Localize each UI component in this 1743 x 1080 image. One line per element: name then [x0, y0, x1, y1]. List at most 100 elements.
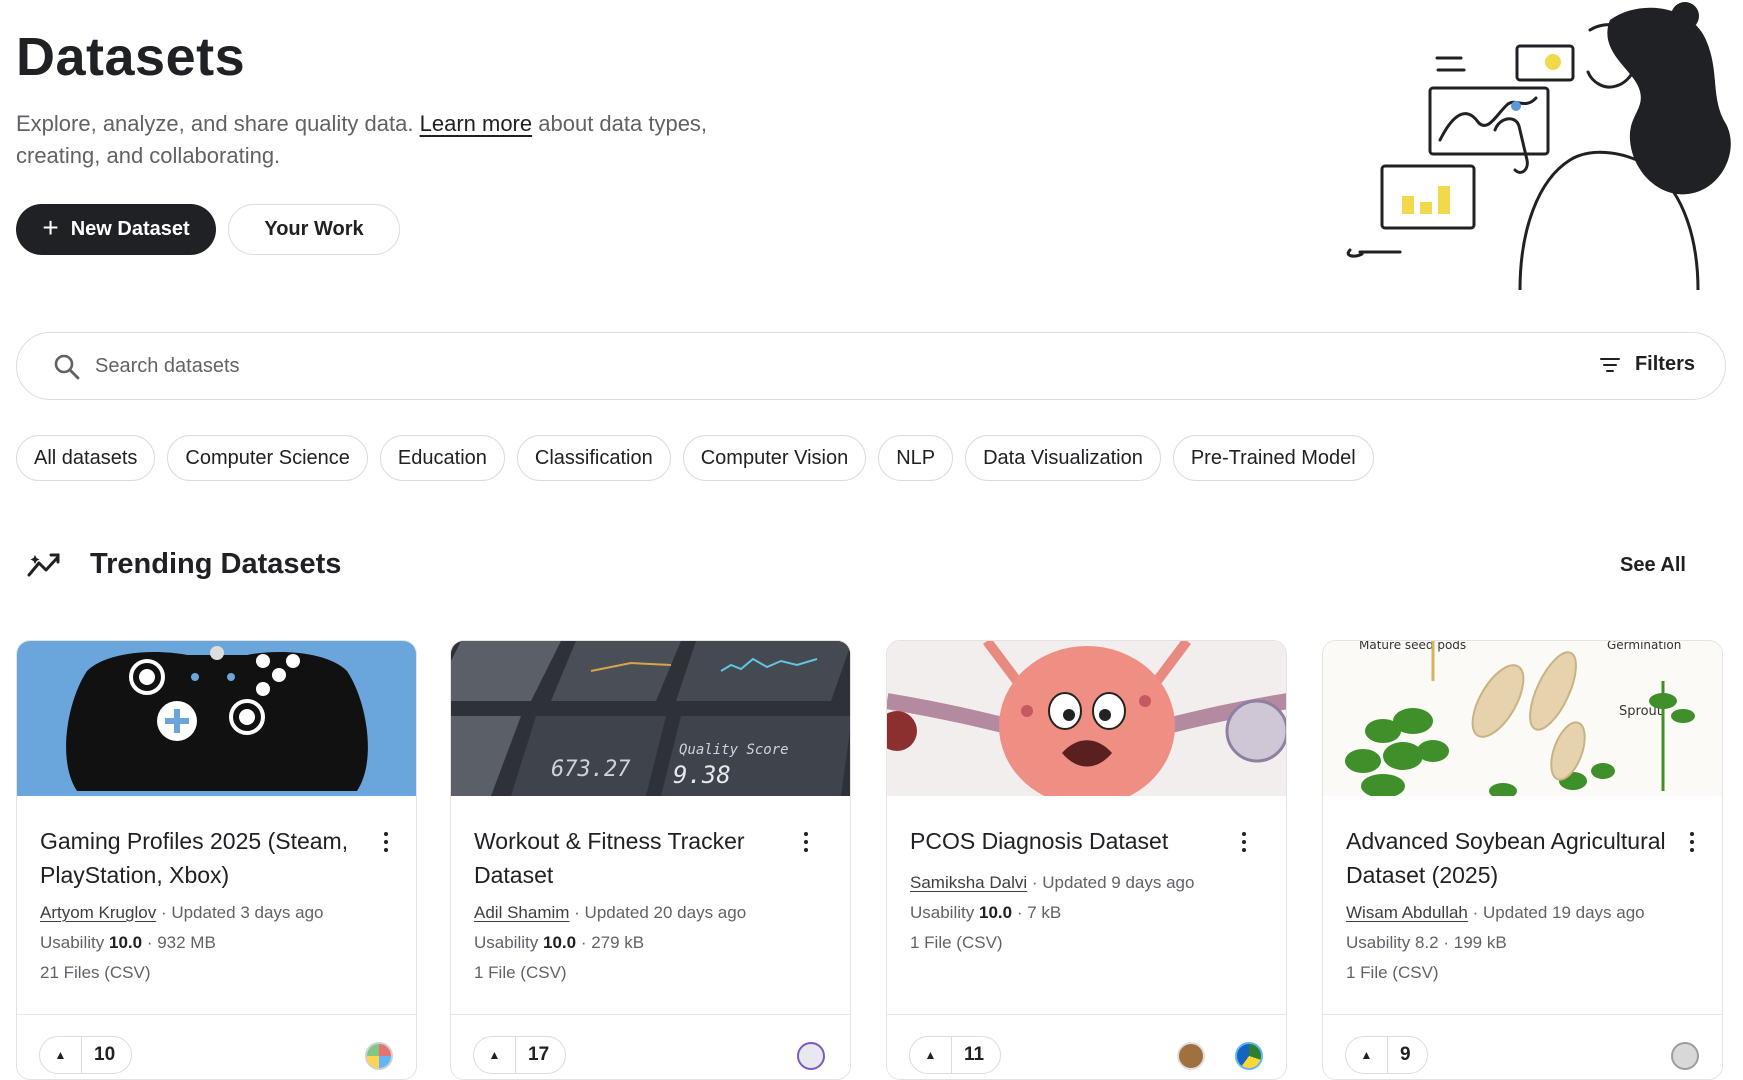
upvote-arrow-icon: ▲ [1346, 1037, 1388, 1073]
card-updated: · Updated 3 days ago [160, 903, 324, 922]
new-dataset-label: New Dataset [70, 218, 190, 240]
card-size: · 7 kB [1016, 903, 1062, 922]
avatar[interactable] [1671, 1042, 1699, 1070]
card-author[interactable]: Artyom Kruglov [40, 903, 156, 922]
usability-label: Usability [40, 933, 105, 952]
card-author-line: Samiksha Dalvi · Updated 9 days ago [910, 873, 1194, 893]
card-divider [451, 1014, 850, 1015]
plus-icon: + [42, 212, 59, 243]
card-size: · 932 MB [146, 933, 216, 952]
trending-header: Trending Datasets See All [16, 544, 1686, 588]
card-divider [1323, 1014, 1722, 1015]
usability-label: Usability [1346, 933, 1411, 952]
usability-label: Usability [474, 933, 539, 952]
chip-computer-vision[interactable]: Computer Vision [682, 435, 867, 481]
card-title[interactable]: Gaming Profiles 2025 (Steam, PlayStation… [40, 824, 360, 892]
see-all-link[interactable]: See All [1620, 554, 1686, 577]
search-bar[interactable]: Filters [16, 332, 1726, 400]
more-options-icon[interactable] [796, 830, 816, 854]
card-body: Gaming Profiles 2025 (Steam, PlayStation… [17, 796, 416, 1079]
card-title[interactable]: PCOS Diagnosis Dataset [910, 824, 1230, 858]
card-author-line: Wisam Abdullah · Updated 19 days ago [1346, 903, 1645, 923]
filters-label: Filters [1634, 353, 1695, 375]
vote-count: 11 [964, 1044, 985, 1065]
upvote-arrow-icon: ▲ [910, 1037, 952, 1073]
card-body: Advanced Soybean Agricultural Dataset (2… [1323, 796, 1722, 1079]
more-options-icon[interactable] [1682, 830, 1702, 854]
card-updated: · Updated 9 days ago [1031, 873, 1195, 892]
card-divider [17, 1014, 416, 1015]
card-usability-line: Usability 8.2 · 199 kB [1346, 933, 1507, 953]
search-input[interactable] [95, 347, 1495, 385]
dataset-card[interactable]: Gaming Profiles 2025 (Steam, PlayStation… [16, 640, 417, 1080]
dataset-card[interactable]: PCOS Diagnosis Dataset Samiksha Dalvi · … [886, 640, 1287, 1080]
subtitle-text: Explore, analyze, and share quality data… [16, 111, 414, 136]
chip-pre-trained-model[interactable]: Pre-Trained Model [1172, 435, 1374, 481]
thumb-text: 9.38 [673, 761, 731, 789]
upvote-button[interactable]: ▲ 11 [909, 1036, 1002, 1074]
trending-title: Trending Datasets [90, 548, 342, 580]
category-chips: All datasets Computer Science Education … [16, 435, 1374, 481]
avatar[interactable] [1177, 1042, 1205, 1070]
dataset-card[interactable]: Mature seed pods Germination Sprout Adva… [1322, 640, 1723, 1080]
filter-icon [1599, 357, 1620, 372]
avatar[interactable] [797, 1042, 825, 1070]
card-size: · 279 kB [580, 933, 645, 952]
upvote-button[interactable]: ▲ 10 [39, 1036, 133, 1074]
upvote-arrow-icon: ▲ [474, 1037, 516, 1073]
more-options-icon[interactable] [1234, 830, 1254, 854]
chip-data-visualization[interactable]: Data Visualization [965, 435, 1161, 481]
avatar[interactable] [365, 1042, 393, 1070]
card-title[interactable]: Advanced Soybean Agricultural Dataset (2… [1346, 824, 1666, 892]
upvote-button[interactable]: ▲ 17 [473, 1036, 567, 1074]
thumb-text: 673.27 [551, 757, 631, 782]
upvote-button[interactable]: ▲ 9 [1345, 1036, 1428, 1074]
card-thumbnail [17, 641, 416, 796]
filters-button[interactable]: Filters [1599, 353, 1695, 376]
page-title: Datasets [16, 27, 246, 87]
card-updated: · Updated 19 days ago [1472, 903, 1645, 922]
card-title[interactable]: Workout & Fitness Tracker Dataset [474, 824, 794, 892]
chip-classification[interactable]: Classification [516, 435, 671, 481]
your-work-button[interactable]: Your Work [228, 204, 400, 255]
card-body: Workout & Fitness Tracker Dataset Adil S… [451, 796, 850, 1079]
card-usability-line: Usability 10.0 · 932 MB [40, 933, 216, 953]
vote-count: 9 [1400, 1044, 1411, 1065]
card-author[interactable]: Samiksha Dalvi [910, 873, 1027, 892]
usability-value: 10.0 [542, 933, 577, 952]
card-author-line: Adil Shamim · Updated 20 days ago [474, 903, 746, 923]
hero-section: Datasets Explore, analyze, and share qua… [0, 0, 1743, 300]
card-thumbnail: 673.27 Quality Score 9.38 [451, 641, 850, 796]
card-usability-line: Usability 10.0 · 279 kB [474, 933, 644, 953]
usability-label: Usability [910, 903, 975, 922]
card-files: 1 File (CSV) [1346, 963, 1439, 982]
chip-computer-science[interactable]: Computer Science [167, 435, 368, 481]
card-usability-line: Usability 10.0 · 7 kB [910, 903, 1061, 923]
card-author-line: Artyom Kruglov · Updated 3 days ago [40, 903, 324, 923]
dataset-card[interactable]: 673.27 Quality Score 9.38 Workout & Fitn… [450, 640, 851, 1080]
new-dataset-button[interactable]: + New Dataset [16, 204, 216, 255]
upvote-arrow-icon: ▲ [40, 1037, 82, 1073]
card-files: 1 File (CSV) [910, 933, 1003, 952]
usability-value: 10.0 [108, 933, 143, 952]
chip-education[interactable]: Education [379, 435, 505, 481]
usability-value: 8.2 [1414, 933, 1439, 952]
chip-nlp[interactable]: NLP [878, 435, 954, 481]
thumb-text: Mature seed pods [1359, 641, 1466, 652]
card-author[interactable]: Wisam Abdullah [1346, 903, 1468, 922]
hero-illustration [1346, 2, 1731, 290]
page-subtitle: Explore, analyze, and share quality data… [16, 108, 736, 172]
search-icon [54, 354, 80, 380]
chip-all-datasets[interactable]: All datasets [16, 435, 156, 481]
avatar[interactable] [1235, 1042, 1263, 1070]
card-author[interactable]: Adil Shamim [474, 903, 569, 922]
card-thumbnail [887, 641, 1286, 796]
card-body: PCOS Diagnosis Dataset Samiksha Dalvi · … [887, 796, 1286, 1079]
more-options-icon[interactable] [376, 830, 396, 854]
vote-count: 17 [528, 1044, 550, 1065]
thumb-text: Quality Score [679, 742, 789, 758]
card-size: · 199 kB [1443, 933, 1507, 952]
trending-icon [27, 553, 60, 577]
learn-more-link[interactable]: Learn more [420, 111, 533, 136]
card-divider [887, 1014, 1286, 1015]
